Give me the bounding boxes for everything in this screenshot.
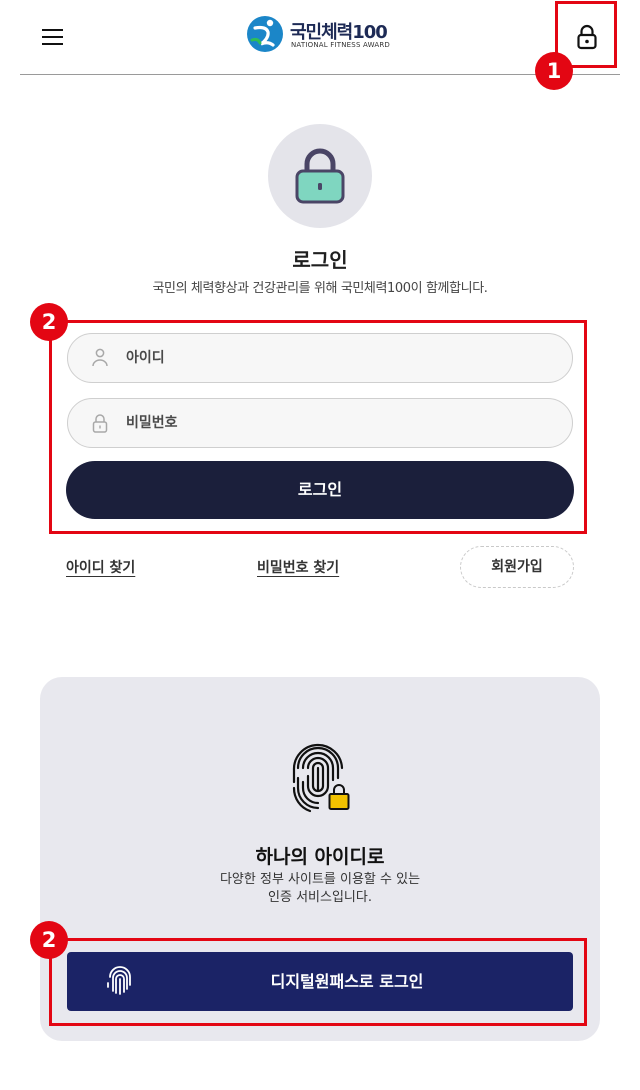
- id-field: [67, 333, 573, 383]
- login-button[interactable]: 로그인: [66, 461, 574, 519]
- login-description: 국민의 체력향상과 건강관리를 위해 국민체력100이 함께합니다.: [152, 281, 488, 296]
- fingerprint-icon: [107, 966, 131, 995]
- hero-lock-circle: [268, 124, 372, 228]
- password-field: [67, 398, 573, 448]
- signup-button[interactable]: 회원가입: [460, 546, 574, 588]
- logo-emblem-icon: [247, 16, 283, 52]
- annotation-badge-3: 2: [30, 921, 68, 959]
- annotation-badge-1: 1: [535, 52, 573, 90]
- digital-pass-description: 다양한 정부 사이트를 이용할 수 있는 인증 서비스입니다.: [0, 871, 640, 907]
- password-input[interactable]: [126, 399, 546, 447]
- digital-pass-desc-line1: 다양한 정부 사이트를 이용할 수 있는: [219, 872, 421, 887]
- digital-pass-login-label: 디지털원패스로 로그인: [270, 972, 424, 991]
- lock-icon: [295, 148, 345, 204]
- hamburger-menu-icon[interactable]: [38, 24, 68, 50]
- logo[interactable]: 국민체력100 NATIONAL FITNESS AWARD: [246, 14, 396, 56]
- find-password-link[interactable]: 비밀번호 찾기: [257, 557, 339, 577]
- find-id-link[interactable]: 아이디 찾기: [66, 557, 135, 577]
- lock-icon: [92, 414, 108, 433]
- digital-pass-title: 하나의 아이디로: [255, 846, 385, 868]
- user-icon: [92, 348, 108, 367]
- digital-pass-desc-line2: 인증 서비스입니다.: [268, 890, 372, 905]
- logo-subtitle: NATIONAL FITNESS AWARD: [291, 41, 391, 49]
- fingerprint-lock-icon: [292, 743, 350, 813]
- header-divider: [20, 74, 620, 75]
- annotation-badge-2: 2: [30, 303, 68, 341]
- login-title: 로그인: [292, 248, 348, 272]
- id-input[interactable]: [126, 334, 546, 382]
- digital-pass-login-button[interactable]: 디지털원패스로 로그인: [67, 952, 573, 1011]
